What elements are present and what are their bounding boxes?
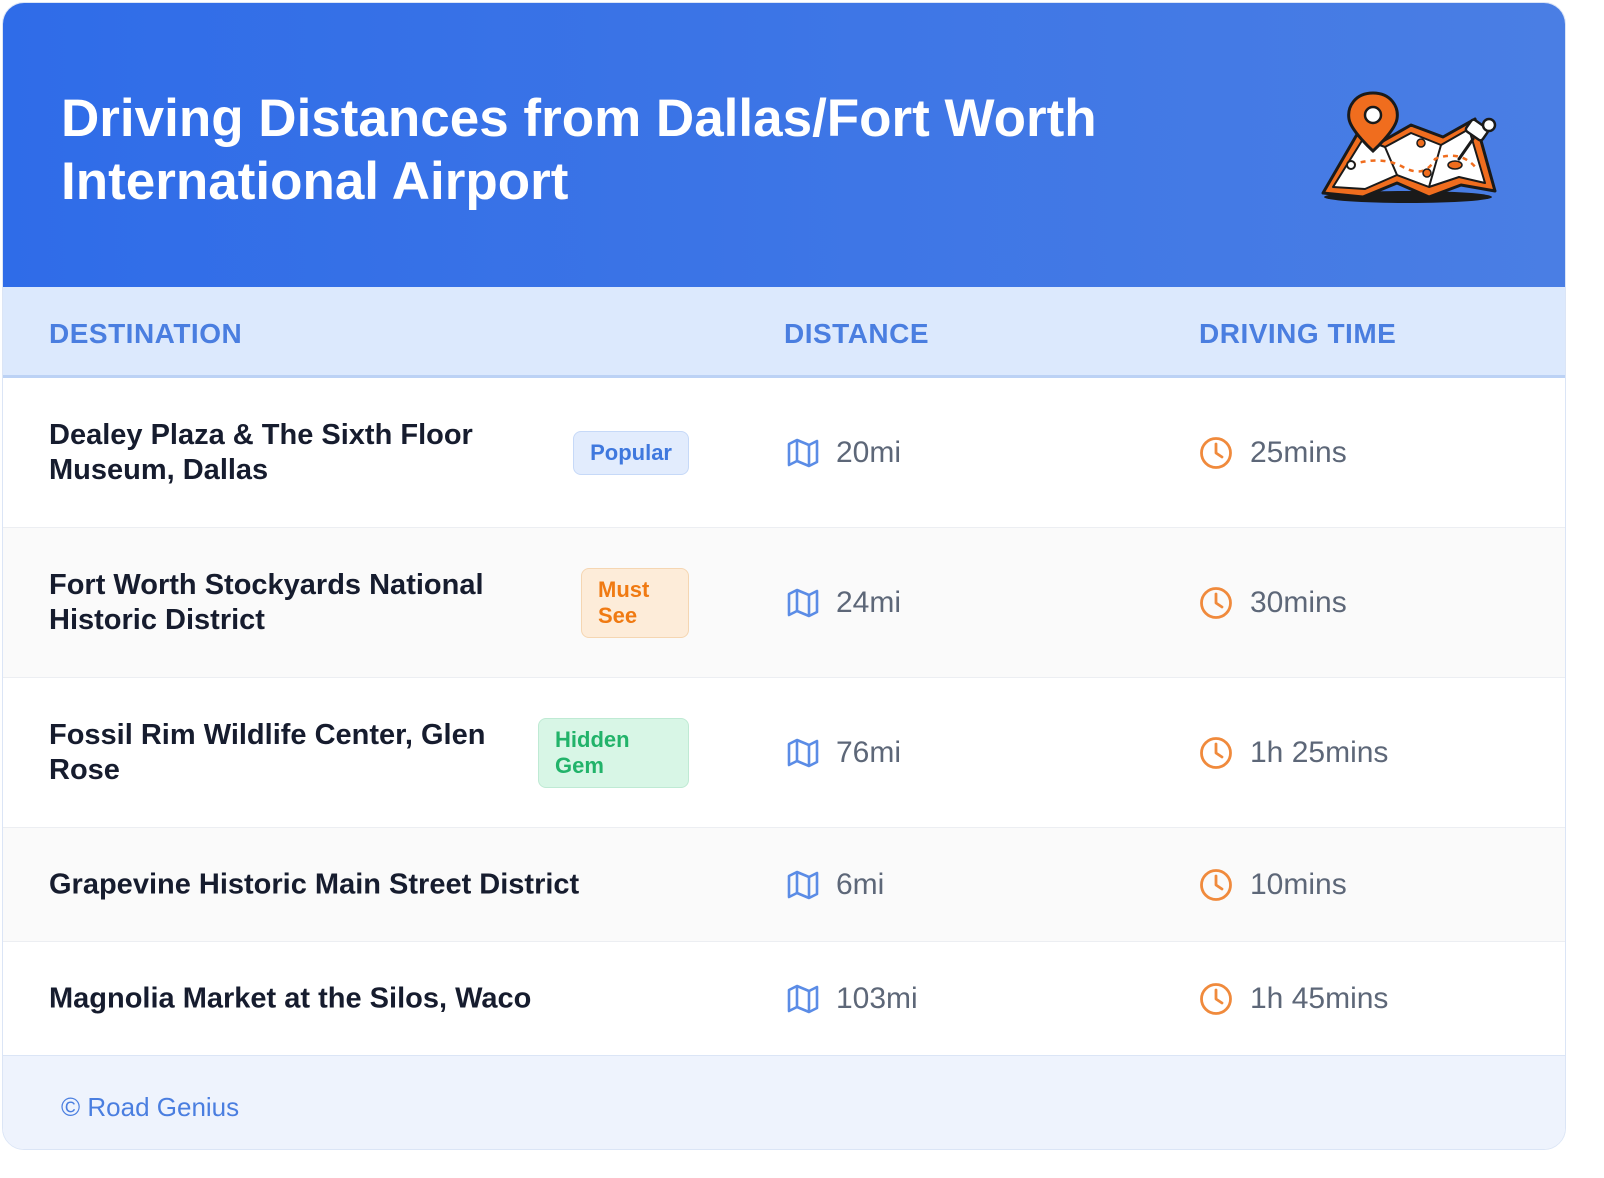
- destination-name: Grapevine Historic Main Street District: [49, 868, 580, 900]
- map-icon: [787, 588, 819, 617]
- distance-value: 24mi: [836, 585, 902, 619]
- map-icon: [787, 870, 819, 899]
- map-pin-illustration-icon: [1321, 91, 1497, 203]
- table-row: Fossil Rim Wildlife Center, Glen Rose Hi…: [3, 678, 1565, 828]
- popular-badge: Popular: [573, 430, 689, 475]
- clock-icon: [1200, 868, 1232, 901]
- driving-time-value: 1h 45mins: [1250, 981, 1389, 1015]
- clock-icon: [1200, 982, 1232, 1015]
- distance-value: 20mi: [836, 435, 902, 469]
- clock-icon: [1200, 736, 1232, 769]
- page-title: Driving Distances from Dallas/Fort Worth…: [61, 89, 1097, 211]
- table-row: Dealey Plaza & The Sixth Floor Museum, D…: [3, 378, 1565, 528]
- distance-value: 103mi: [836, 981, 918, 1015]
- destination-name: Magnolia Market at the Silos, Waco: [49, 982, 532, 1014]
- driving-time-value: 1h 25mins: [1250, 735, 1389, 769]
- header-banner: Driving Distances from Dallas/Fort Worth…: [3, 3, 1565, 287]
- copyright-credit[interactable]: © Road Genius: [61, 1092, 239, 1123]
- destination-name: Fossil Rim Wildlife Center, Glen Rose: [49, 718, 486, 786]
- distance-value: 6mi: [836, 867, 885, 901]
- must-see-badge: Must See: [581, 567, 689, 638]
- table-row: Magnolia Market at the Silos, Waco 103mi…: [3, 942, 1565, 1056]
- map-icon: [787, 984, 819, 1013]
- driving-time-value: 30mins: [1250, 585, 1347, 619]
- column-header-distance[interactable]: DISTANCE: [784, 318, 929, 350]
- clock-icon: [1200, 586, 1232, 619]
- destination-name: Fort Worth Stockyards National Historic …: [49, 568, 484, 636]
- clock-icon: [1200, 436, 1232, 469]
- driving-time-value: 10mins: [1250, 867, 1347, 901]
- footer: © Road Genius: [3, 1055, 1565, 1149]
- distance-value: 76mi: [836, 735, 902, 769]
- driving-time-value: 25mins: [1250, 435, 1347, 469]
- table-header: DESTINATION DISTANCE DRIVING TIME: [3, 287, 1565, 378]
- destination-name: Dealey Plaza & The Sixth Floor Museum, D…: [49, 418, 473, 486]
- column-header-driving-time[interactable]: DRIVING TIME: [1199, 318, 1396, 350]
- hidden-gem-badge: Hidden Gem: [538, 717, 689, 788]
- map-icon: [787, 738, 819, 767]
- table-body: Dealey Plaza & The Sixth Floor Museum, D…: [3, 378, 1565, 1056]
- map-icon: [787, 438, 819, 467]
- column-header-destination[interactable]: DESTINATION: [49, 318, 242, 350]
- table-row: Fort Worth Stockyards National Historic …: [3, 528, 1565, 678]
- distance-card: Driving Distances from Dallas/Fort Worth…: [2, 2, 1566, 1150]
- table-row: Grapevine Historic Main Street District …: [3, 828, 1565, 942]
